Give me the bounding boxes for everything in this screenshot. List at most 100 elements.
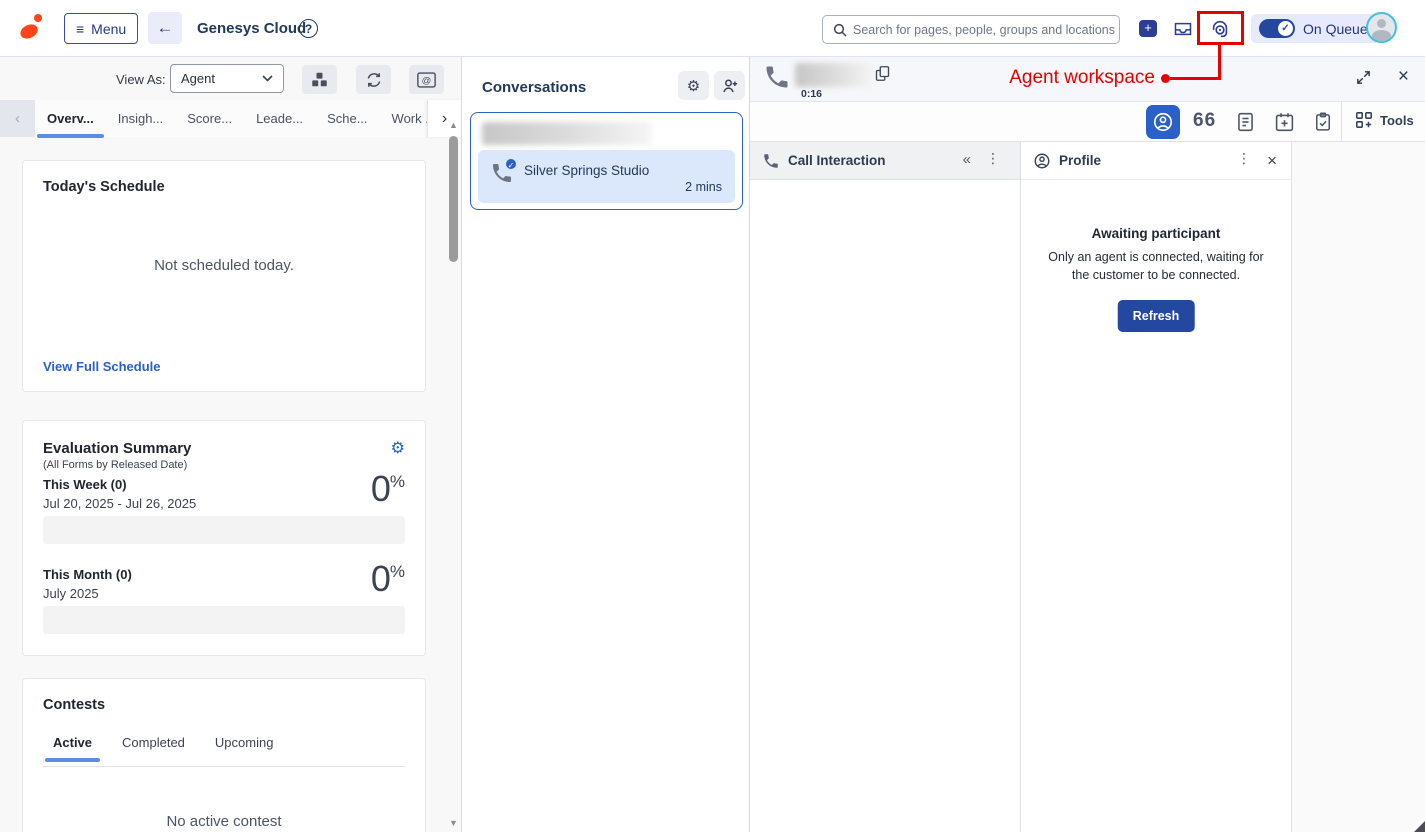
popout-button[interactable]: @ xyxy=(409,65,444,94)
scrollbar-thumb[interactable] xyxy=(449,136,458,262)
chevron-down-icon xyxy=(262,75,273,82)
tab-scorecards[interactable]: Score... xyxy=(175,102,244,135)
tab-insights[interactable]: Insigh... xyxy=(106,102,176,135)
notes-tool-button[interactable] xyxy=(1235,111,1256,133)
contests-tab-upcoming[interactable]: Upcoming xyxy=(215,735,274,762)
todays-schedule-card: Today's Schedule Not scheduled today. Vi… xyxy=(22,160,426,392)
expand-icon[interactable] xyxy=(1355,69,1372,86)
eval-week-period: Jul 20, 2025 - Jul 26, 2025 xyxy=(43,496,196,511)
document-icon xyxy=(1235,111,1256,133)
search-icon xyxy=(832,22,848,38)
contests-tab-completed[interactable]: Completed xyxy=(122,735,185,762)
tools-label: Tools xyxy=(1380,113,1414,128)
scrollbar-up-arrow[interactable]: ▲ xyxy=(447,119,460,132)
profile-panel: Profile ⋮ × Awaiting participant Only an… xyxy=(1021,142,1292,832)
person-circle-icon xyxy=(1152,111,1174,133)
phone-icon xyxy=(762,152,780,170)
gear-icon: ⚙ xyxy=(687,77,700,95)
evaluation-card-subtitle: (All Forms by Released Date) xyxy=(43,459,187,471)
org-view-button[interactable] xyxy=(302,65,337,94)
inbox-icon[interactable] xyxy=(1173,19,1193,39)
menu-label: Menu xyxy=(91,21,126,37)
contests-tab-active[interactable]: Active xyxy=(53,735,92,762)
performance-tabbar: ‹ Overv... Insigh... Score... Leade... S… xyxy=(0,100,461,137)
eval-week-progressbar xyxy=(43,516,405,544)
eval-week-value: 0% xyxy=(371,468,405,510)
redacted-contact-name xyxy=(482,122,652,145)
avatar[interactable] xyxy=(1366,12,1397,43)
person-circle-icon xyxy=(1033,152,1051,170)
contests-card: Contests Active Completed Upcoming No ac… xyxy=(22,678,426,832)
refresh-button[interactable]: Refresh xyxy=(1118,300,1195,332)
profile-tool-button[interactable] xyxy=(1146,105,1180,139)
on-queue-toggle[interactable]: ✓ xyxy=(1259,19,1295,38)
contests-card-title: Contests xyxy=(43,697,105,713)
call-interaction-title: Call Interaction xyxy=(788,153,886,168)
tab-overview[interactable]: Overv... xyxy=(35,102,106,135)
refresh-button[interactable] xyxy=(356,65,391,94)
eval-week-label: This Week (0) xyxy=(43,477,127,492)
tabs-scroll-left-button[interactable]: ‹ xyxy=(0,100,35,137)
annotation-dot xyxy=(1161,74,1170,83)
close-icon[interactable]: × xyxy=(1398,66,1409,88)
on-queue-pill: ✓ On Queue xyxy=(1251,14,1379,43)
eval-month-progressbar xyxy=(43,606,405,634)
copy-icon[interactable] xyxy=(875,65,890,82)
global-search xyxy=(822,15,1120,44)
close-icon[interactable]: × xyxy=(1267,151,1277,171)
view-as-select[interactable]: Agent xyxy=(170,64,284,93)
kebab-menu-icon[interactable]: ⋮ xyxy=(986,151,1000,167)
conversations-settings-button[interactable]: ⚙ xyxy=(678,71,709,100)
svg-text:@: @ xyxy=(422,75,432,86)
conversation-item[interactable]: ✓ Silver Springs Studio 2 mins xyxy=(470,112,743,210)
search-input[interactable] xyxy=(853,16,1115,43)
conversation-duration: 2 mins xyxy=(685,180,722,194)
tools-menu-button[interactable]: Tools xyxy=(1355,111,1414,129)
back-button[interactable]: ← xyxy=(148,12,182,44)
evaluation-summary-card: Evaluation Summary ⚙ (All Forms by Relea… xyxy=(22,420,426,656)
interaction-area: 0:16 × 66 xyxy=(750,57,1425,832)
person-add-icon xyxy=(721,77,739,95)
page-title: Genesys Cloud xyxy=(197,20,306,37)
feedback-icon[interactable]: + xyxy=(1139,20,1157,37)
scrollbar-down-arrow[interactable]: ▼ xyxy=(447,817,460,830)
collapse-icon[interactable]: « xyxy=(963,151,971,168)
connected-check-badge: ✓ xyxy=(504,157,518,171)
genesys-logo xyxy=(20,13,48,45)
phone-icon xyxy=(763,63,791,91)
gear-icon[interactable]: ⚙ xyxy=(391,438,405,457)
on-queue-label: On Queue xyxy=(1303,21,1368,37)
conversation-contact-name: Silver Springs Studio xyxy=(524,163,649,178)
tab-schedule[interactable]: Sche... xyxy=(315,102,379,135)
conversations-panel: Conversations ⚙ ✓ Silver Springs Studio … xyxy=(462,57,750,832)
annotation-line-horizontal xyxy=(1170,77,1221,80)
call-timer: 0:16 xyxy=(801,88,822,100)
calendar-add-icon xyxy=(1274,111,1295,133)
left-panel-scrollbar[interactable]: ▲ ▼ xyxy=(447,119,460,830)
schedule-tool-button[interactable] xyxy=(1274,111,1295,133)
eval-month-period: July 2025 xyxy=(43,586,99,601)
back-arrow-icon: ← xyxy=(157,18,174,38)
eval-month-label: This Month (0) xyxy=(43,567,132,582)
contests-empty-text: No active contest xyxy=(23,813,425,830)
hamburger-icon: ≡ xyxy=(76,21,84,37)
view-as-label: View As: xyxy=(116,72,166,87)
scripts-tool-button[interactable]: 66 xyxy=(1193,110,1216,132)
add-participant-button[interactable] xyxy=(714,71,745,100)
resize-grip[interactable] xyxy=(1414,821,1425,832)
redacted-caller-name xyxy=(795,63,873,87)
awaiting-participant-heading: Awaiting participant xyxy=(1021,226,1291,241)
menu-button[interactable]: ≡ Menu xyxy=(64,13,138,44)
wrapup-tool-button[interactable] xyxy=(1313,111,1333,133)
help-icon[interactable]: ? xyxy=(299,19,318,38)
schedule-empty-text: Not scheduled today. xyxy=(23,257,425,274)
view-full-schedule-link[interactable]: View Full Schedule xyxy=(43,359,161,374)
annotation-line-vertical xyxy=(1218,45,1221,78)
interaction-toolbar: 66 Tools xyxy=(750,102,1425,142)
kebab-menu-icon[interactable]: ⋮ xyxy=(1237,151,1251,167)
performance-panel: View As: Agent @ ‹ Overv... Insigh... Sc… xyxy=(0,57,462,832)
eval-month-value: 0% xyxy=(371,558,405,600)
awaiting-participant-message: Only an agent is connected, waiting for … xyxy=(1039,248,1273,284)
tab-leaderboard[interactable]: Leade... xyxy=(244,102,315,135)
conversations-title: Conversations xyxy=(482,79,586,96)
